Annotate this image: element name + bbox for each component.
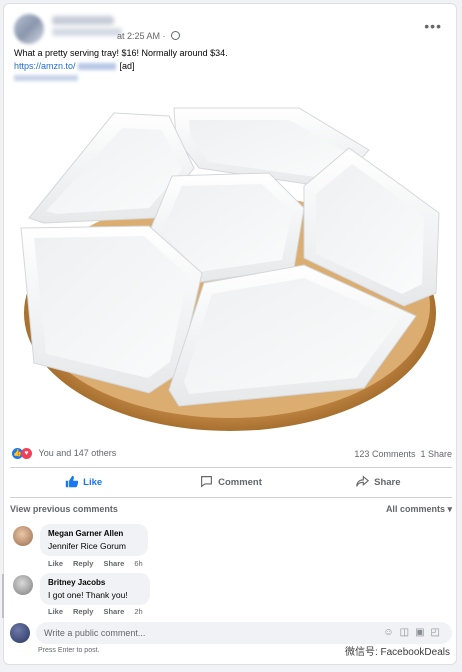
commenter-name[interactable]: Britney Jacobs	[48, 577, 142, 589]
engagement-counts: 123 Comments 1 Share	[354, 449, 452, 459]
comment-text[interactable]: I got one! Thank you!	[48, 589, 142, 601]
comment-reply-button[interactable]: Reply	[73, 559, 93, 568]
share-button[interactable]: Share	[305, 470, 452, 496]
like-label: Like	[83, 477, 103, 488]
chevron-down-icon: ▾	[447, 504, 452, 514]
thumbs-up-icon	[65, 475, 79, 488]
love-reaction-icon: ♥	[21, 448, 32, 460]
divider	[10, 467, 452, 468]
comment-count[interactable]: 123 Comments	[354, 449, 415, 459]
post-header: at 2:25 AM · •••	[14, 14, 446, 44]
comment-bubble: Britney Jacobs I got one! Thank you!	[40, 573, 150, 605]
comment-actions: Like Reply Share 2h	[48, 607, 153, 616]
composer-icons: ☺◫▣◰	[383, 622, 446, 644]
comment-filter[interactable]: All comments ▾	[386, 504, 452, 515]
comment-text[interactable]: Jennifer Rice Gorum	[48, 540, 140, 552]
author-avatar[interactable]	[14, 14, 44, 44]
link-blurred-2	[14, 75, 78, 81]
author-subline-blurred	[52, 28, 122, 36]
watermark: 微信号: FacebookDeals	[344, 647, 450, 658]
comment-like-button[interactable]: Like	[48, 559, 63, 568]
view-previous-comments[interactable]: View previous comments	[10, 504, 118, 514]
comment-bubble: Megan Garner Allen Jennifer Rice Gorum	[40, 524, 148, 556]
serving-tray-image	[20, 107, 440, 431]
more-icon[interactable]: •••	[424, 18, 442, 34]
comment-input[interactable]: Write a public comment... ☺◫▣◰	[36, 622, 452, 644]
gif-icon[interactable]: ▣	[415, 627, 430, 638]
reaction-summary[interactable]: 👍 ♥ You and 147 others	[12, 448, 117, 460]
comment-time[interactable]: 6h	[134, 559, 142, 568]
sticker-icon[interactable]: ◰	[431, 627, 446, 638]
emoji-icon[interactable]: ☺	[383, 627, 399, 638]
comment-like-button[interactable]: Like	[48, 607, 63, 616]
affiliate-link[interactable]: https://amzn.to/	[14, 61, 76, 71]
comment-input-placeholder: Write a public comment...	[44, 628, 146, 638]
share-icon	[356, 475, 370, 487]
post-image[interactable]	[4, 98, 456, 438]
divider	[10, 497, 452, 498]
share-label: Share	[374, 477, 401, 488]
thread-line	[2, 574, 4, 618]
user-avatar[interactable]	[10, 623, 30, 643]
share-count[interactable]: 1 Share	[420, 449, 452, 459]
post-text-line: What a pretty serving tray! $16! Normall…	[14, 48, 228, 58]
commenter-avatar[interactable]	[13, 575, 33, 595]
post-actions: Like Comment Share	[10, 470, 452, 496]
comment-time[interactable]: 2h	[134, 607, 142, 616]
composer-hint: Press Enter to post.	[38, 647, 100, 654]
camera-icon[interactable]: ◫	[400, 627, 415, 638]
ad-tag: [ad]	[119, 61, 135, 71]
globe-icon	[171, 31, 181, 40]
comment-icon	[201, 476, 213, 488]
comment-filter-label: All comments	[385, 504, 445, 514]
comment-share-button[interactable]: Share	[103, 559, 124, 568]
commenter-name[interactable]: Megan Garner Allen	[48, 528, 140, 540]
like-button[interactable]: Like	[10, 470, 157, 496]
author-name-blurred[interactable]	[52, 16, 114, 25]
commenter-avatar[interactable]	[13, 526, 33, 546]
comment-label: Comment	[218, 477, 262, 488]
reaction-summary-text: You and 147 others	[38, 448, 117, 458]
comment-share-button[interactable]: Share	[103, 607, 124, 616]
comment-button[interactable]: Comment	[157, 470, 304, 496]
comment-reply-button[interactable]: Reply	[73, 607, 93, 616]
link-blurred	[77, 63, 116, 71]
comment-actions: Like Reply Share 6h	[48, 559, 153, 568]
post-timestamp[interactable]: at 2:25 AM ·	[117, 31, 181, 41]
post-text: What a pretty serving tray! $16! Normall…	[14, 47, 434, 81]
